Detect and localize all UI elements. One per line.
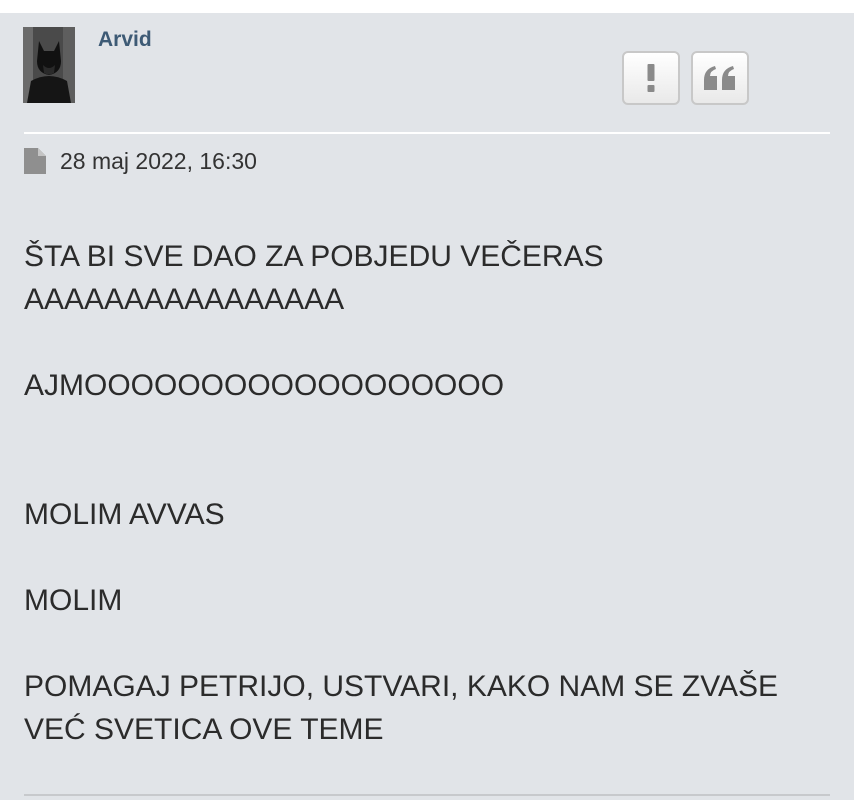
footer-divider — [24, 794, 830, 796]
forum-post: Arvid 28 maj 2022, 16:30 ŠTA BI SVE DAO … — [0, 13, 854, 800]
report-button[interactable] — [622, 51, 680, 105]
post-line: POMAGAJ PETRIJO, USTVARI, KAKO NAM SE ZV… — [24, 670, 779, 746]
post-line: MOLIM — [24, 584, 123, 617]
quote-icon — [704, 66, 735, 90]
file-icon — [24, 148, 46, 174]
post-meta: 28 maj 2022, 16:30 — [24, 147, 257, 175]
header-divider — [24, 132, 830, 134]
post-line: ŠTA BI SVE DAO ZA POBJEDU VEČERAS — [24, 240, 604, 273]
post-timestamp: 28 maj 2022, 16:30 — [60, 147, 257, 174]
post-content: ŠTA BI SVE DAO ZA POBJEDU VEČERAS AAAAAA… — [24, 235, 834, 751]
avatar-image — [23, 27, 75, 103]
exclamation-icon — [647, 64, 655, 92]
avatar[interactable] — [23, 27, 75, 103]
author-link[interactable]: Arvid — [98, 28, 152, 52]
post-line: AJMOOOOOOOOOOOOOOOOOO — [24, 369, 505, 402]
post-line: MOLIM AVVAS — [24, 498, 225, 531]
post-line: AAAAAAAAAAAAAAAA — [24, 283, 345, 316]
quote-button[interactable] — [691, 51, 749, 105]
